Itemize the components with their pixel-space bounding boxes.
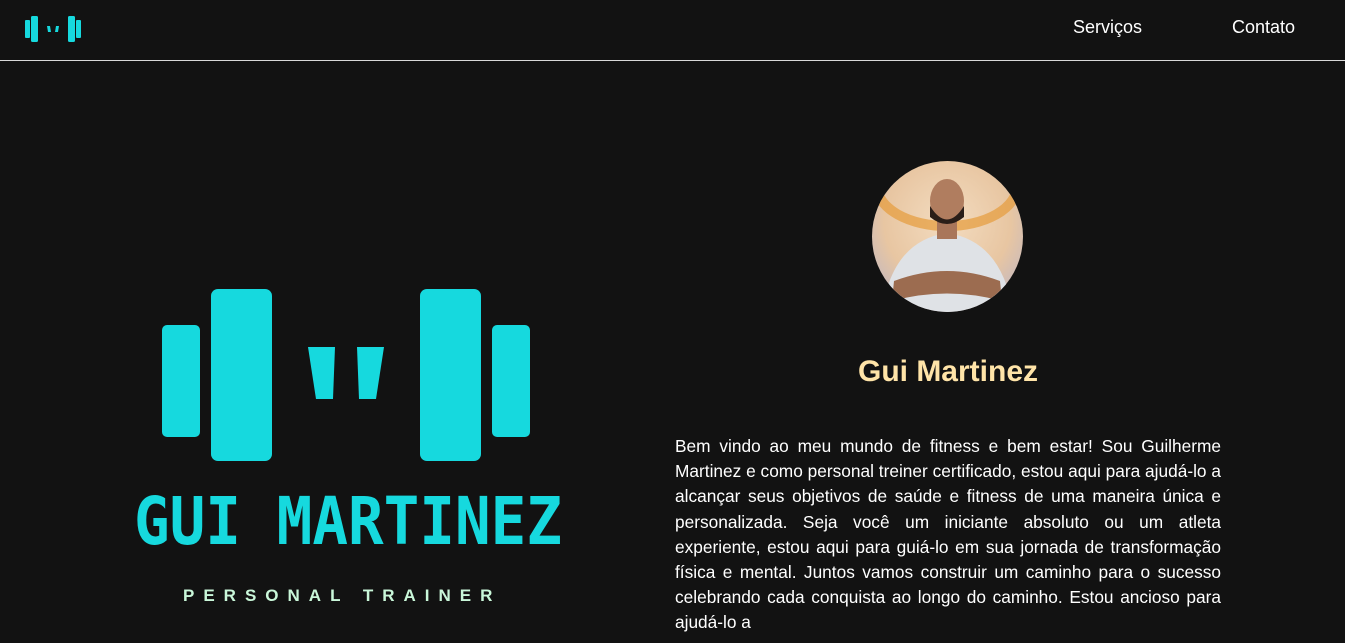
- profile-bio: Bem vindo ao meu mundo de fitness e bem …: [675, 436, 1221, 633]
- profile-name: Gui Martinez: [857, 355, 1038, 388]
- top-navbar: Serviços Contato: [0, 0, 1345, 61]
- svg-text:GUI MARTINEZ: GUI MARTINEZ: [134, 492, 562, 548]
- nav-link-servicos[interactable]: Serviços: [1073, 17, 1142, 38]
- dumbbell-m-logo-icon-large: [162, 289, 530, 461]
- profile-avatar: [872, 161, 1023, 312]
- logo-name: GUI MARTINEZ: [134, 492, 562, 548]
- dumbbell-m-logo-icon[interactable]: [24, 16, 82, 42]
- logo-tagline: PERSONAL TRAINER: [183, 586, 502, 605]
- nav-link-contato[interactable]: Contato: [1232, 17, 1295, 38]
